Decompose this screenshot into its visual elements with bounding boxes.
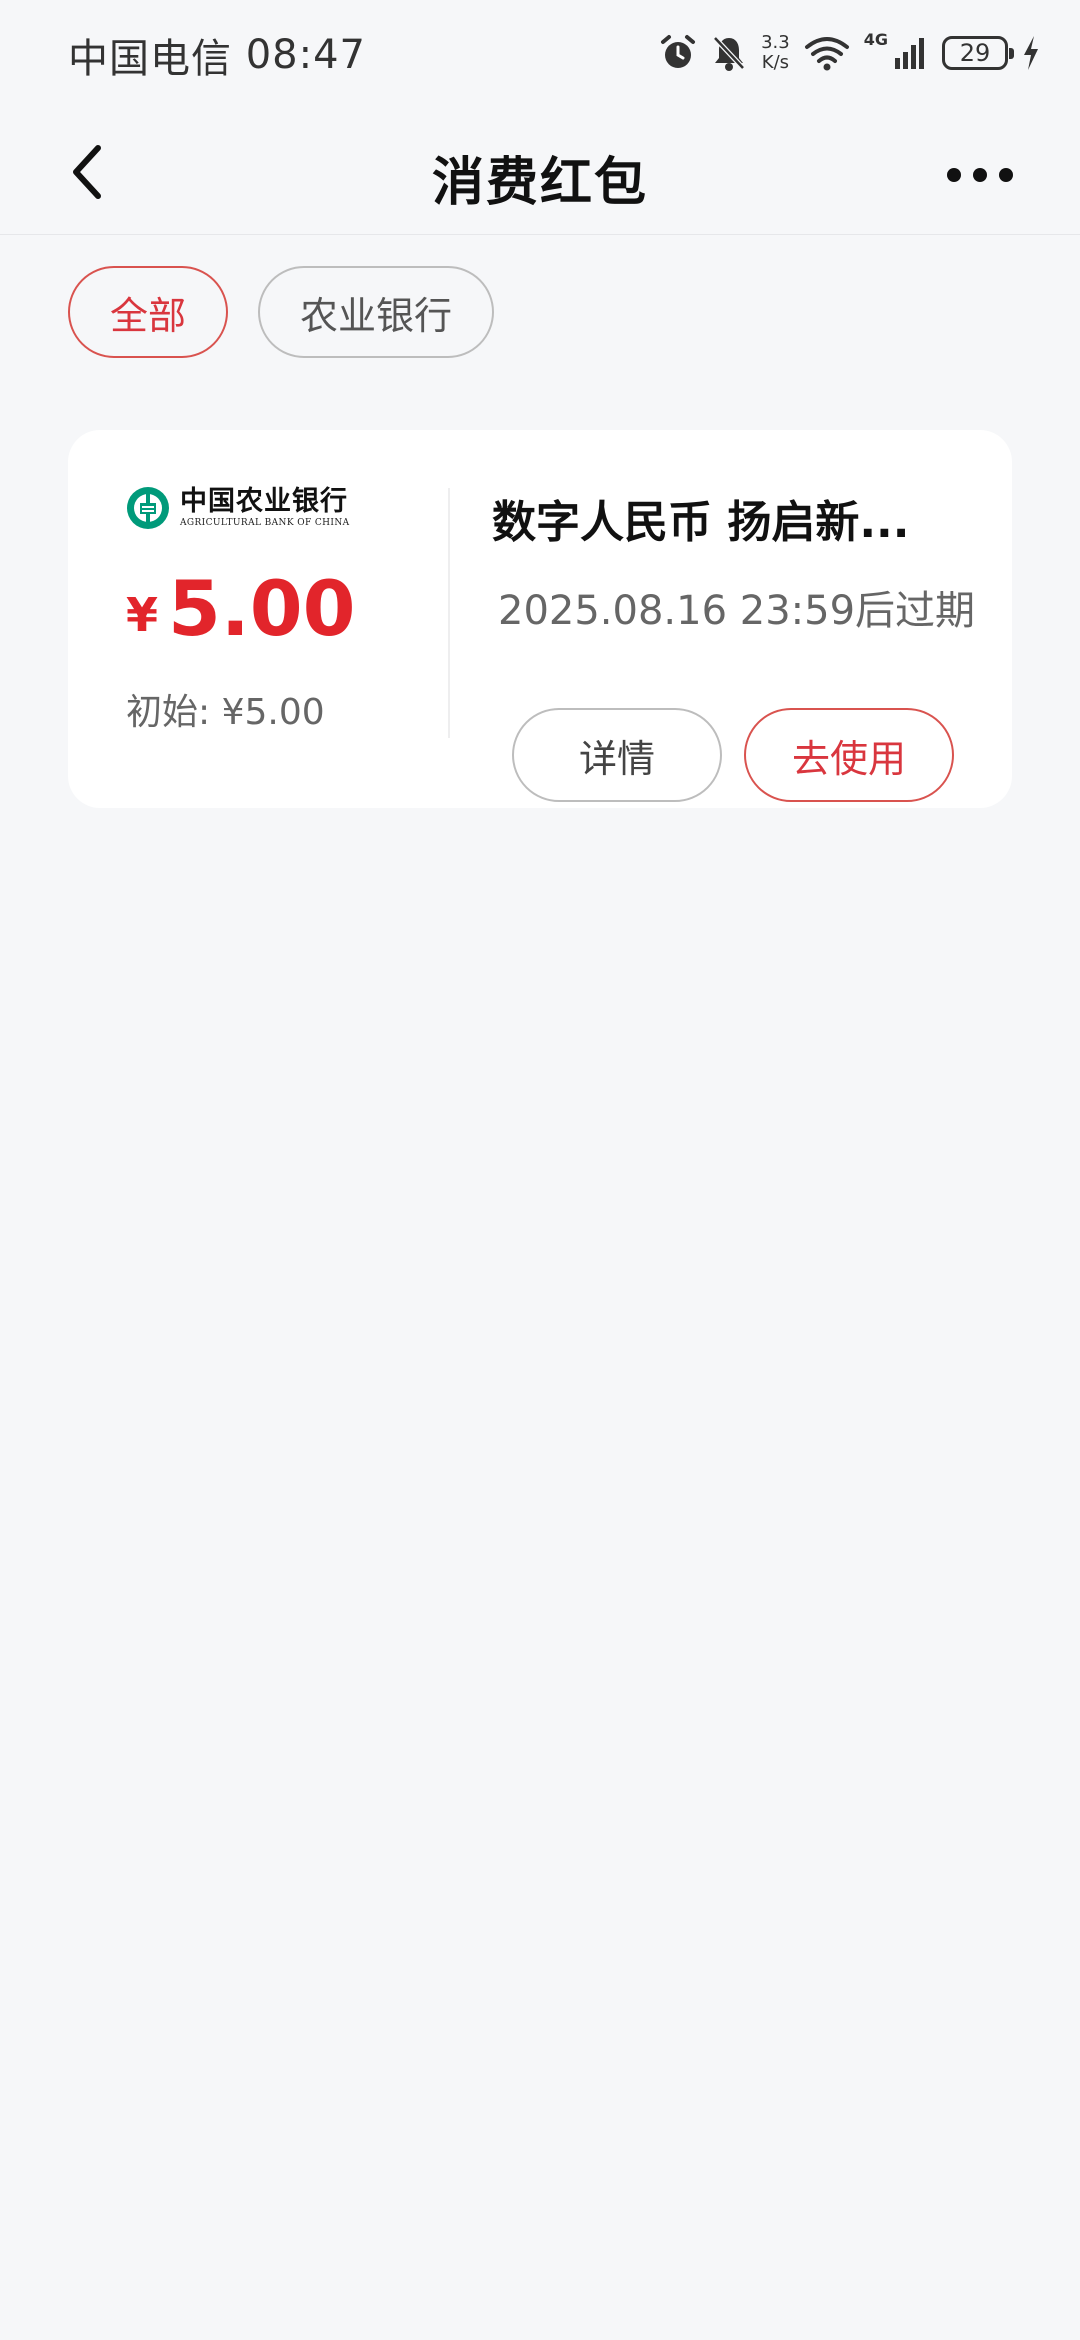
bank-name-en: AGRICULTURAL BANK OF CHINA [180,518,350,528]
currency-symbol: ¥ [126,588,159,642]
wifi-icon [804,35,850,71]
card-divider [448,488,450,738]
use-button[interactable]: 去使用 [744,708,954,802]
status-left: 中国电信 08:47 [68,26,366,84]
mute-bell-icon [711,34,747,72]
nav-bar: 消费红包 [0,110,1080,235]
net-speed: 3.3 K/s [761,33,790,73]
carrier-label: 中国电信 [68,36,232,82]
filter-chip-all[interactable]: 全部 [68,266,229,358]
coupon-card[interactable]: 中国农业银行 AGRICULTURAL BANK OF CHINA ¥5.00 … [68,430,1012,808]
filter-chip-abc[interactable]: 农业银行 [258,266,495,358]
coupon-title: 数字人民币 扬启新... [492,497,910,548]
more-button[interactable] [920,150,1040,200]
more-dots-icon [947,168,1013,182]
amount-value: 5.00 [168,564,356,653]
battery-icon: 29 [942,36,1014,70]
clock: 08:47 [245,32,366,78]
battery-level: 29 [959,39,991,67]
page-title: 消费红包 [431,153,648,213]
status-icons: 3.3 K/s 4G 29 [659,28,1040,78]
bank-name-cn: 中国农业银行 [180,486,348,517]
alarm-icon [659,34,697,72]
expiry-text: 2025.08.16 23:59后过期 [498,588,976,634]
signal-icon [894,36,928,70]
coupon-actions: 详情 去使用 [512,708,954,802]
detail-button[interactable]: 详情 [512,708,722,802]
abc-emblem-icon [127,487,169,529]
screen: 中国电信 08:47 3.3 K/s 4G 29 消费红包 全部 农业银行 中国… [0,0,1080,2340]
filter-tabs: 全部 农业银行 [68,266,495,358]
net-speed-value: 3.3 [761,32,790,53]
coupon-amount-section: 中国农业银行 AGRICULTURAL BANK OF CHINA ¥5.00 … [126,486,456,735]
bank-logo: 中国农业银行 AGRICULTURAL BANK OF CHINA [126,486,456,530]
net-speed-unit: K/s [761,52,790,73]
network-type: 4G [863,30,888,49]
coupon-info-section: 数字人民币 扬启新... 2025.08.16 23:59后过期 详情 去使用 [492,486,992,802]
initial-amount: 初始: ¥5.00 [126,692,325,733]
charging-icon [1022,35,1040,71]
coupon-amount: ¥5.00 [126,564,456,653]
status-bar: 中国电信 08:47 3.3 K/s 4G 29 [0,0,1080,110]
